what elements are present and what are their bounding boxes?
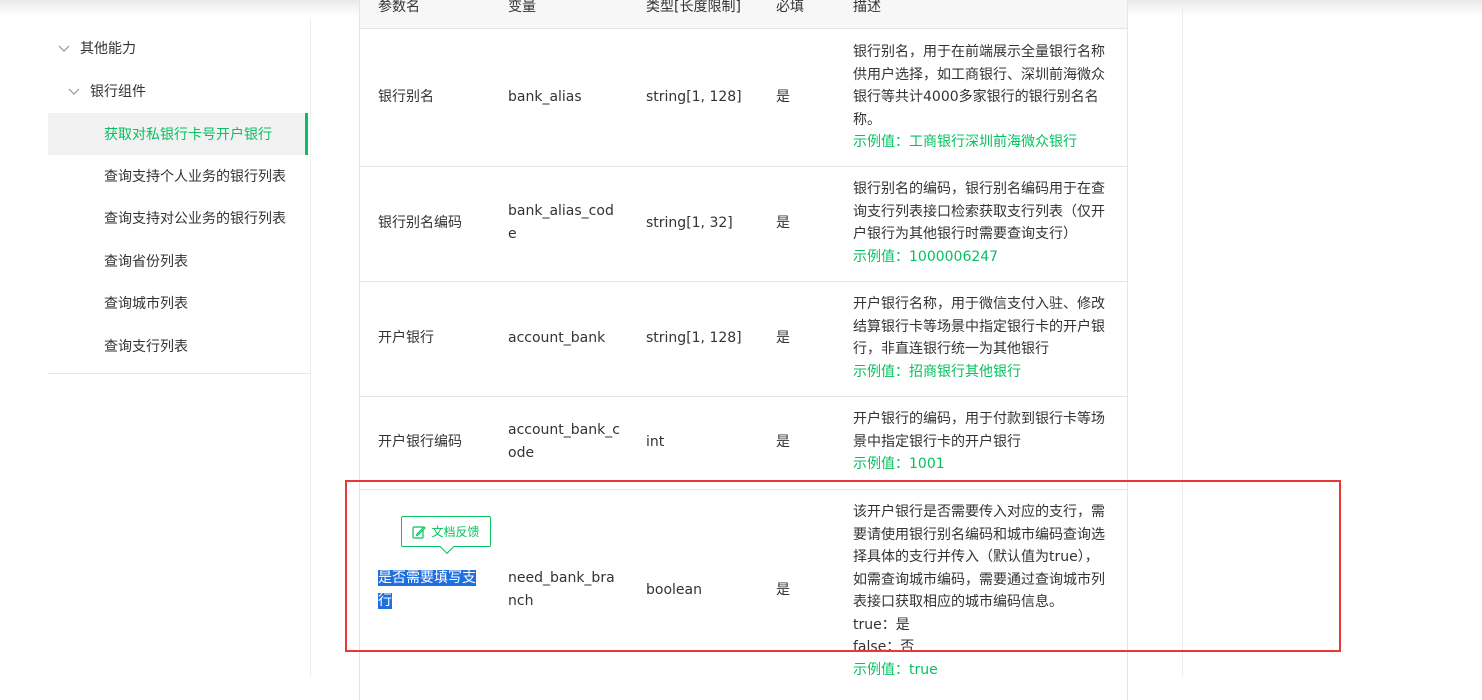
header-description: 描述 bbox=[853, 0, 881, 15]
sidebar-item-label: 查询城市列表 bbox=[104, 296, 188, 312]
header-variable: 变量 bbox=[508, 0, 536, 15]
param-required: 是 bbox=[776, 434, 790, 450]
sidebar-item-branch-list[interactable]: 查询支行列表 bbox=[48, 325, 310, 367]
table-header-row: 参数名 变量 类型[长度限制] 必填 描述 bbox=[360, 0, 1127, 29]
header-param-name: 参数名 bbox=[378, 0, 420, 15]
sidebar-item-province-list[interactable]: 查询省份列表 bbox=[48, 240, 310, 282]
param-variable: need_bank_branch bbox=[508, 570, 615, 609]
description-true-value: true：是 bbox=[853, 616, 910, 633]
doc-feedback-label: 文档反馈 bbox=[431, 525, 480, 539]
param-required: 是 bbox=[776, 89, 790, 105]
param-name: 开户银行编码 bbox=[378, 434, 462, 450]
sidebar-item-get-bank-by-card[interactable]: 获取对私银行卡号开户银行 bbox=[48, 113, 308, 155]
param-required: 是 bbox=[776, 330, 790, 346]
doc-feedback-button[interactable]: 文档反馈 bbox=[401, 516, 491, 555]
sidebar-item-label: 查询支持对公业务的银行列表 bbox=[104, 211, 286, 227]
description-text: 开户银行的编码，用于付款到银行卡等场景中指定银行卡的开户银行 bbox=[853, 411, 1105, 450]
param-name[interactable]: 是否需要填写支行 bbox=[378, 567, 478, 612]
param-description: 银行别名，用于在前端展示全量银行名称供用户选择，如工商银行、深圳前海微众银行等共… bbox=[853, 41, 1109, 154]
description-text: 开户银行名称，用于微信支付入驻、修改结算银行卡等场景中指定银行卡的开户银行，非直… bbox=[853, 296, 1105, 357]
sidebar-item-label: 查询支行列表 bbox=[104, 339, 188, 355]
selected-text: 是否需要填写支行 bbox=[378, 570, 476, 609]
param-description: 银行别名的编码，银行别名编码用于在查询支行列表接口检索获取支行列表（仅开户银行为… bbox=[853, 178, 1109, 268]
description-text: 该开户银行是否需要传入对应的支行，需要请使用银行别名编码和城市编码查询选择具体的… bbox=[853, 504, 1105, 610]
param-variable: bank_alias bbox=[508, 89, 582, 105]
chevron-down-icon bbox=[68, 85, 80, 97]
param-name: 开户银行 bbox=[378, 330, 434, 346]
sidebar-item-label: 查询支持个人业务的银行列表 bbox=[104, 169, 286, 185]
sidebar-divider bbox=[48, 373, 310, 374]
sidebar-subgroup-label: 银行组件 bbox=[90, 84, 146, 100]
sidebar-subgroup-bank-components[interactable]: 银行组件 bbox=[68, 81, 146, 101]
param-required: 是 bbox=[776, 215, 790, 231]
chevron-down-icon bbox=[58, 42, 70, 54]
example-value: 示例值：1000006247 bbox=[853, 248, 999, 265]
example-value: 示例值：true bbox=[853, 661, 938, 678]
param-description: 开户银行的编码，用于付款到银行卡等场景中指定银行卡的开户银行 示例值：1001 bbox=[853, 408, 1109, 476]
sidebar-group-other-abilities[interactable]: 其他能力 bbox=[58, 38, 136, 58]
sidebar-group-label: 其他能力 bbox=[80, 41, 136, 57]
param-type: string[1, 32] bbox=[646, 215, 733, 231]
header-required: 必填 bbox=[776, 0, 804, 15]
param-variable: account_bank_code bbox=[508, 422, 620, 461]
description-text: 银行别名的编码，银行别名编码用于在查询支行列表接口检索获取支行列表（仅开户银行为… bbox=[853, 181, 1105, 242]
content-divider bbox=[310, 18, 311, 677]
table-row: 开户银行 account_bank string[1, 128] 是 开户银行名… bbox=[360, 282, 1127, 397]
sidebar-item-corporate-bank-list[interactable]: 查询支持对公业务的银行列表 bbox=[48, 197, 310, 239]
param-variable: bank_alias_code bbox=[508, 203, 614, 242]
edit-icon bbox=[412, 525, 427, 539]
description-false-value: false：否 bbox=[853, 639, 915, 655]
example-value: 示例值：工商银行深圳前海微众银行 bbox=[853, 134, 1077, 150]
sidebar-item-personal-bank-list[interactable]: 查询支持个人业务的银行列表 bbox=[48, 155, 310, 197]
param-required: 是 bbox=[776, 582, 790, 598]
example-value: 示例值：1001 bbox=[853, 456, 945, 472]
param-type: string[1, 128] bbox=[646, 89, 742, 105]
content-right-divider bbox=[1182, 0, 1183, 677]
sidebar-item-label: 查询省份列表 bbox=[104, 254, 188, 270]
header-type: 类型[长度限制] bbox=[646, 0, 741, 15]
parameter-table: 参数名 变量 类型[长度限制] 必填 描述 银行别名 bank_alias st… bbox=[359, 0, 1128, 700]
table-row: 银行别名 bank_alias string[1, 128] 是 银行别名，用于… bbox=[360, 29, 1127, 167]
param-name: 银行别名 bbox=[378, 89, 434, 105]
param-variable: account_bank bbox=[508, 330, 606, 346]
example-value: 示例值：招商银行其他银行 bbox=[853, 363, 1021, 380]
param-type: int bbox=[646, 434, 665, 450]
param-description: 该开户银行是否需要传入对应的支行，需要请使用银行别名编码和城市编码查询选择具体的… bbox=[853, 501, 1109, 681]
sidebar-item-city-list[interactable]: 查询城市列表 bbox=[48, 282, 310, 324]
sidebar-item-label: 获取对私银行卡号开户银行 bbox=[104, 127, 272, 143]
param-type: string[1, 128] bbox=[646, 330, 742, 346]
param-type: boolean bbox=[646, 582, 702, 598]
description-text: 银行别名，用于在前端展示全量银行名称供用户选择，如工商银行、深圳前海微众银行等共… bbox=[853, 44, 1105, 128]
table-row: 银行别名编码 bank_alias_code string[1, 32] 是 银… bbox=[360, 167, 1127, 282]
table-row: 开户银行编码 account_bank_code int 是 开户银行的编码，用… bbox=[360, 397, 1127, 490]
param-name: 银行别名编码 bbox=[378, 215, 462, 231]
param-description: 开户银行名称，用于微信支付入驻、修改结算银行卡等场景中指定银行卡的开户银行，非直… bbox=[853, 293, 1109, 383]
